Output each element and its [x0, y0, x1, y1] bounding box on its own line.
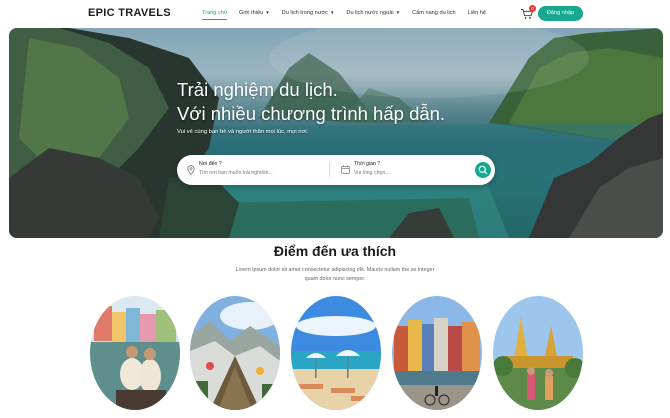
destination-label: Nơi đến ?	[199, 161, 222, 167]
search-bar: Nơi đến ? Tìm nơi bạn muốn trải nghiệm..…	[177, 155, 495, 185]
date-label: Thời gian ?	[354, 161, 381, 167]
hero-banner: Trải nghiệm du lịch. Với nhiều chương tr…	[9, 28, 663, 238]
nav-label: Giới thiệu	[238, 10, 264, 16]
nav-item-international-tours[interactable]: Du lịch nước ngoài ▼	[340, 10, 406, 16]
cart-count-badge: 0	[529, 5, 536, 12]
favorites-title: Điểm đến ưa thích	[273, 243, 397, 259]
destination-card[interactable]	[493, 296, 583, 410]
hero-landscape-image	[9, 28, 663, 238]
nav-label: Du lịch trong nước	[281, 10, 328, 16]
nav-label: Trang chủ	[202, 10, 227, 16]
destination-input[interactable]: Tìm nơi bạn muốn trải nghiệm...	[199, 170, 273, 176]
search-divider	[329, 162, 330, 178]
login-button[interactable]: Đăng nhập	[538, 6, 583, 21]
destination-field[interactable]: Nơi đến ? Tìm nơi bạn muốn trải nghiệm..…	[199, 161, 273, 176]
destination-card[interactable]	[392, 296, 482, 410]
destination-image	[190, 296, 280, 410]
hero-title-line-1: Trải nghiệm du lịch.	[177, 79, 338, 100]
nav-label: Cẩm nang du lịch	[412, 10, 456, 16]
chevron-down-icon: ▼	[329, 10, 335, 15]
destination-image	[392, 296, 482, 410]
search-icon	[478, 165, 488, 175]
location-pin-icon	[187, 165, 195, 175]
nav-item-travel-guide[interactable]: Cẩm nang du lịch	[406, 10, 462, 16]
hero-subtitle: Vui vẻ cùng bạn bè và người thân mọi lúc…	[177, 129, 309, 135]
site-header: EPIC TRAVELS Trang chủ Giới thiệu ▼ Du lị…	[0, 0, 670, 28]
hero-title-line-2: Với nhiều chương trình hấp dẫn.	[177, 103, 446, 124]
date-input[interactable]: Vui lòng chọn...	[354, 170, 390, 176]
destination-card[interactable]	[291, 296, 381, 410]
date-field[interactable]: Thời gian ? Vui lòng chọn...	[354, 161, 390, 176]
page: EPIC TRAVELS Trang chủ Giới thiệu ▼ Du lị…	[0, 0, 670, 418]
nav-item-home[interactable]: Trang chủ	[196, 10, 233, 20]
nav-item-domestic-tours[interactable]: Du lịch trong nước ▼	[276, 10, 341, 16]
favorites-description: Lorem ipsum dolor sit amet consectetur a…	[235, 267, 435, 282]
destination-image	[493, 296, 583, 410]
calendar-icon	[341, 165, 350, 174]
search-button[interactable]	[475, 162, 491, 178]
destination-image	[291, 296, 381, 410]
nav-label: Du lịch nước ngoài	[346, 10, 394, 16]
destination-card[interactable]	[90, 296, 180, 410]
site-logo[interactable]: EPIC TRAVELS	[88, 7, 171, 19]
main-nav: Trang chủ Giới thiệu ▼ Du lịch trong nước…	[196, 10, 492, 20]
nav-item-contact[interactable]: Liên hệ	[462, 10, 492, 16]
destination-image	[90, 296, 180, 410]
nav-label: Liên hệ	[467, 10, 486, 16]
chevron-down-icon: ▼	[395, 10, 401, 15]
chevron-down-icon: ▼	[265, 10, 270, 15]
destination-card[interactable]	[190, 296, 280, 410]
hero-title: Trải nghiệm du lịch. Với nhiều chương tr…	[177, 78, 445, 126]
nav-item-about[interactable]: Giới thiệu ▼	[233, 10, 276, 16]
